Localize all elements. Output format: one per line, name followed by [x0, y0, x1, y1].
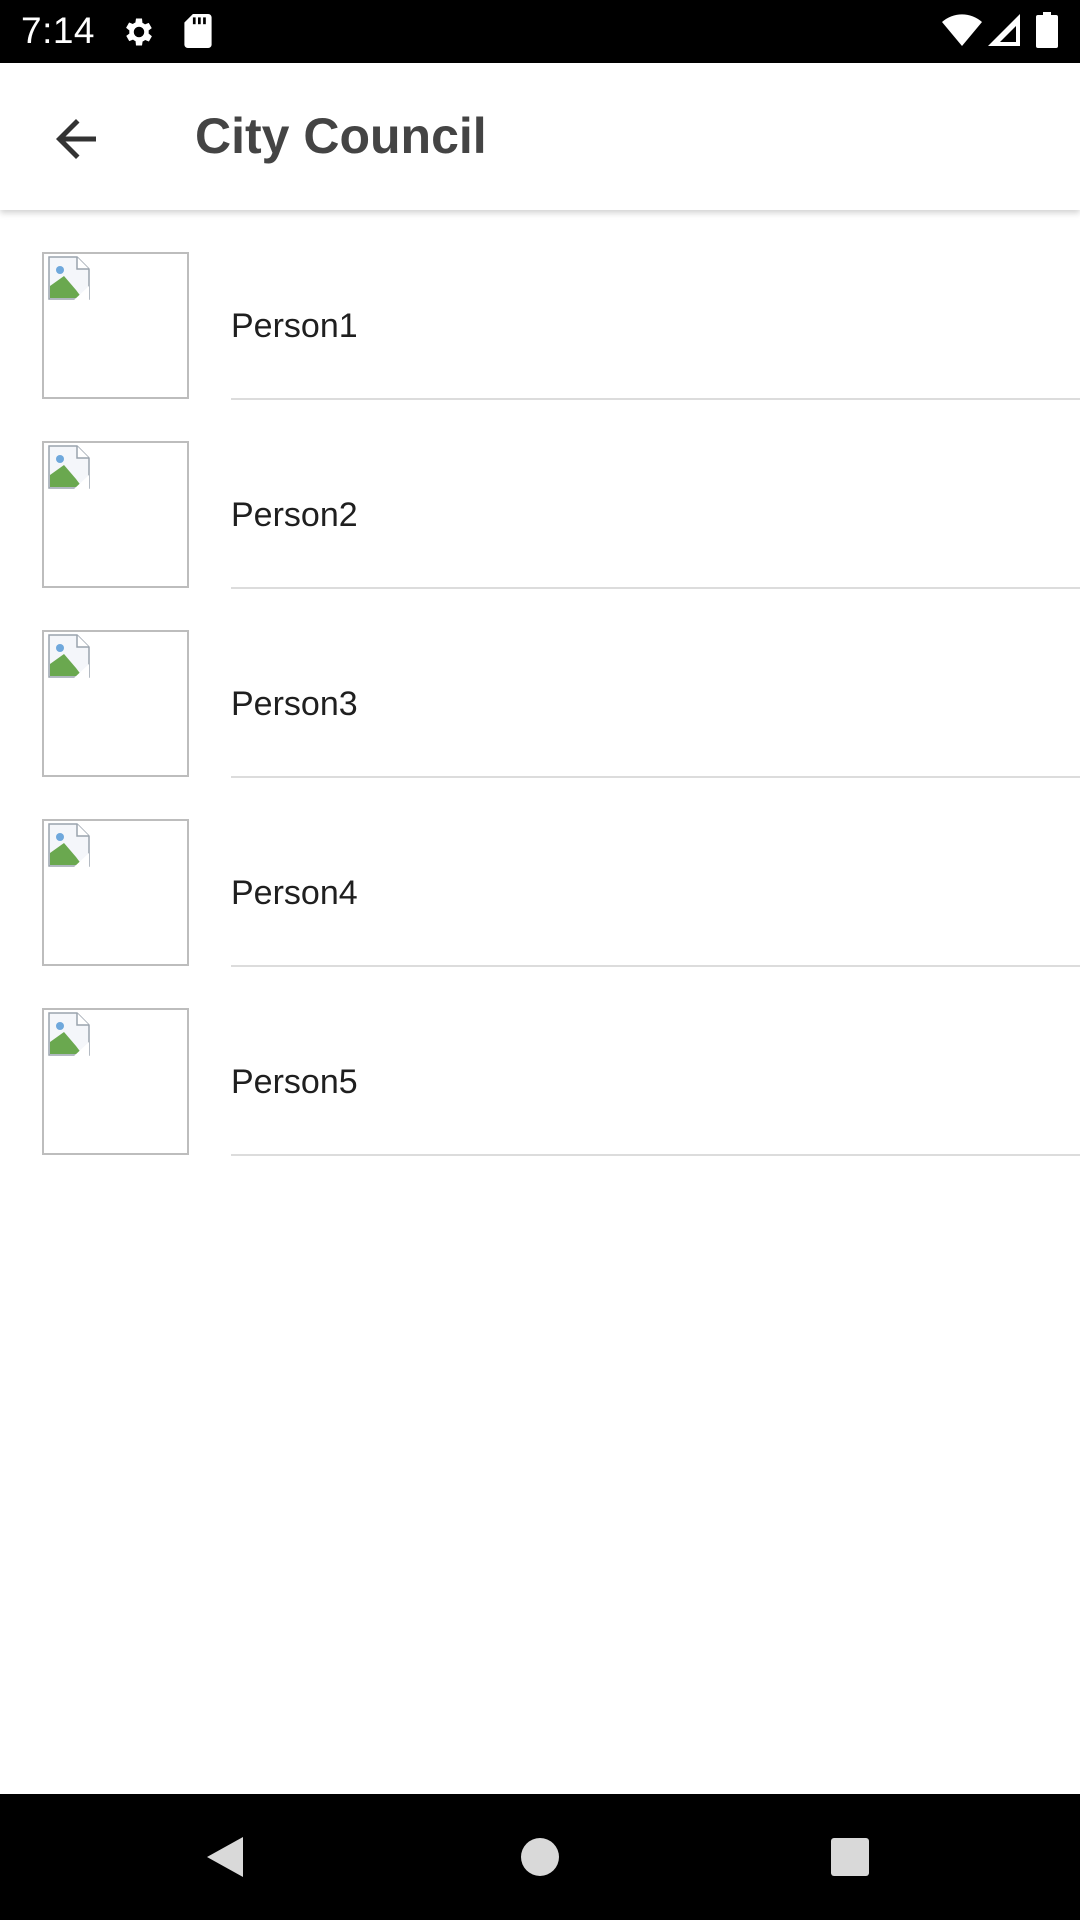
broken-image-icon [48, 256, 90, 300]
council-member-list: Person1 Person2 Person3 Person4 Person5 [0, 210, 1080, 1156]
member-name: Person2 [231, 496, 358, 534]
broken-image-icon [48, 823, 90, 867]
member-name: Person1 [231, 307, 358, 345]
nav-recents-icon [831, 1838, 869, 1876]
nav-recents-button[interactable] [817, 1824, 883, 1890]
battery-icon [1036, 12, 1058, 48]
member-photo [42, 630, 189, 777]
member-name: Person5 [231, 1063, 358, 1101]
member-name: Person3 [231, 685, 358, 723]
status-bar: 7:14 [0, 0, 1080, 63]
app-bar: City Council [0, 63, 1080, 210]
broken-image-icon [48, 445, 90, 489]
page-title: City Council [195, 108, 487, 164]
back-button[interactable] [36, 99, 116, 179]
nav-home-button[interactable] [507, 1824, 573, 1890]
status-time: 7:14 [21, 10, 96, 51]
member-name: Person4 [231, 874, 358, 912]
broken-image-icon [48, 1012, 90, 1056]
list-item[interactable]: Person3 [0, 588, 1080, 778]
list-item[interactable]: Person5 [0, 966, 1080, 1156]
system-nav-bar [0, 1794, 1080, 1920]
member-photo [42, 819, 189, 966]
sd-card-icon [184, 14, 212, 48]
list-item[interactable]: Person2 [0, 399, 1080, 589]
list-item[interactable]: Person1 [0, 210, 1080, 400]
nav-back-icon [207, 1837, 243, 1877]
member-photo [42, 441, 189, 588]
gear-icon [126, 18, 152, 46]
nav-home-icon [521, 1838, 559, 1876]
member-photo [42, 252, 189, 399]
signal-icon [988, 14, 1020, 46]
member-photo [42, 1008, 189, 1155]
divider [231, 1154, 1080, 1156]
wifi-icon [942, 14, 982, 46]
broken-image-icon [48, 634, 90, 678]
list-item[interactable]: Person4 [0, 777, 1080, 967]
arrow-back-icon [56, 119, 96, 159]
nav-back-button[interactable] [192, 1824, 258, 1890]
